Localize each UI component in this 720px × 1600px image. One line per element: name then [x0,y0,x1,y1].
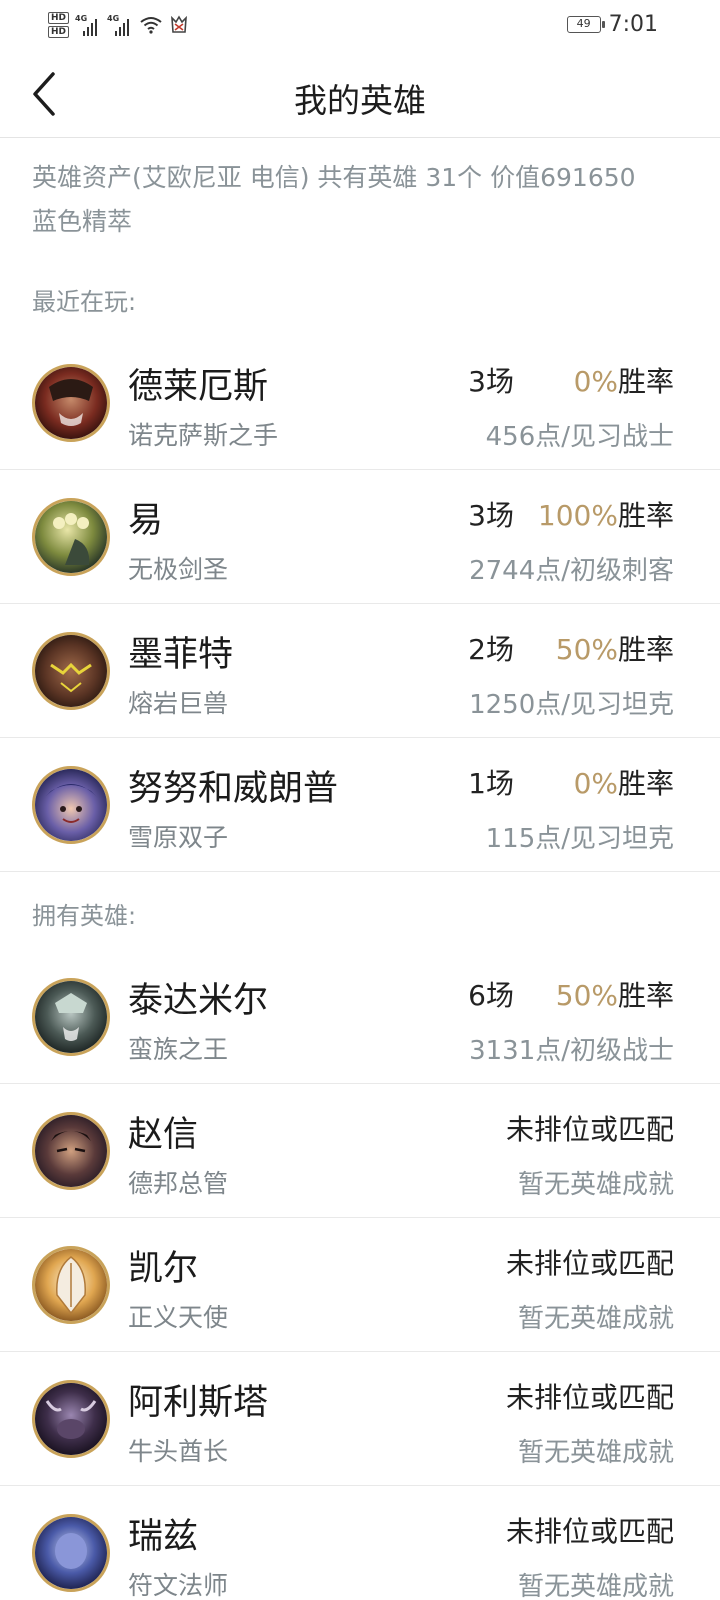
app-screen: HD HD 4G 4G 49 7:01 我的英雄 英雄资产(艾欧尼亚 电信) 共… [0,0,720,1600]
status-left: HD HD 4G 4G [48,8,189,42]
hero-status: 未排位或匹配 [505,1247,674,1280]
hero-stats: 6场 50% 胜率 [448,974,674,1014]
hero-avatar [32,1514,110,1592]
hero-title: 雪原双子 [128,823,229,852]
hero-name: 泰达米尔 [128,981,269,1021]
hero-row-xin-zhao[interactable]: 赵信 德邦总管 未排位或匹配 暂无英雄成就 [0,1084,720,1218]
games-count: 6场 [468,979,514,1012]
hero-title: 德邦总管 [128,1169,229,1198]
hd-badge-2: HD [48,26,70,38]
hero-stats: 1场 0% 胜率 [448,762,674,802]
battery-icon: 49 [566,16,605,33]
hero-title: 牛头酋长 [128,1437,229,1466]
hero-avatar [32,1246,110,1324]
games-count: 3场 [468,499,514,532]
hero-status: 未排位或匹配 [505,1515,674,1548]
win-rate-label: 胜率 [617,365,674,398]
clock: 7:01 [608,12,658,37]
hero-row-darius[interactable]: 德莱厄斯 诺克萨斯之手 3场 0% 胜率 456点/见习战士 [0,336,720,470]
hero-row-malphite[interactable]: 墨菲特 熔岩巨兽 2场 50% 胜率 1250点/见习坦克 [0,604,720,738]
hero-achievement: 456点/见习战士 [485,422,674,452]
hero-avatar [32,632,110,710]
games-count: 1场 [468,767,514,800]
wifi-icon [140,17,162,34]
games-count: 3场 [468,365,514,398]
hero-avatar [32,978,110,1056]
win-rate-label: 胜率 [617,499,674,532]
hero-achievement: 暂无英雄成就 [517,1170,674,1200]
win-rate-label: 胜率 [617,767,674,800]
top-app-bar: 我的英雄 [0,50,720,138]
app-notification-icon [171,15,187,33]
hero-row-yi[interactable]: 易 无极剑圣 3场 100% 胜率 2744点/初级刺客 [0,470,720,604]
owned-section-label: 拥有英雄: [32,902,137,930]
hd-badge-1: HD [48,12,70,24]
hero-avatar [32,364,110,442]
hero-achievement: 暂无英雄成就 [517,1438,674,1468]
hero-name: 瑞兹 [128,1517,199,1557]
hero-title: 诺克萨斯之手 [128,421,279,450]
signal-icon: 4G [107,14,133,36]
hero-name: 阿利斯塔 [128,1383,269,1423]
hero-title: 符文法师 [128,1571,229,1600]
hero-row-ryze[interactable]: 瑞兹 符文法师 未排位或匹配 暂无英雄成就 [0,1486,720,1600]
win-rate-value: 0% [573,365,618,398]
hero-name: 赵信 [128,1115,199,1155]
signal-icon: 4G [75,14,101,36]
recent-section-label: 最近在玩: [32,288,137,316]
hero-row-kayle[interactable]: 凯尔 正义天使 未排位或匹配 暂无英雄成就 [0,1218,720,1352]
hero-name: 墨菲特 [128,635,234,675]
hero-avatar [32,1112,110,1190]
hero-stats: 3场 100% 胜率 [448,494,674,534]
hero-row-alistar[interactable]: 阿利斯塔 牛头酋长 未排位或匹配 暂无英雄成就 [0,1352,720,1486]
hero-title: 正义天使 [128,1303,229,1332]
hd-indicator: HD HD [48,12,70,38]
hero-status: 未排位或匹配 [505,1381,674,1414]
hero-achievement: 3131点/初级战士 [469,1036,674,1066]
hero-status: 未排位或匹配 [505,1113,674,1146]
hero-stats: 3场 0% 胜率 [448,360,674,400]
hero-row-tryndamere[interactable]: 泰达米尔 蛮族之王 6场 50% 胜率 3131点/初级战士 [0,950,720,1084]
win-rate-label: 胜率 [617,979,674,1012]
hero-title: 熔岩巨兽 [128,689,229,718]
hero-name: 德莱厄斯 [128,367,269,407]
hero-name: 易 [128,501,164,541]
hero-achievement: 2744点/初级刺客 [469,556,674,586]
asset-summary: 英雄资产(艾欧尼亚 电信) 共有英雄 31个 价值691650蓝色精萃 [32,163,636,236]
page-title: 我的英雄 [294,81,426,120]
win-rate-label: 胜率 [617,633,674,666]
hero-stats: 2场 50% 胜率 [448,628,674,668]
hero-title: 蛮族之王 [128,1035,229,1064]
win-rate-value: 100% [537,499,618,532]
win-rate-value: 50% [555,633,618,666]
hero-achievement: 1250点/见习坦克 [469,690,674,720]
hero-title: 无极剑圣 [128,555,229,584]
hero-avatar [32,498,110,576]
hero-achievement: 115点/见习坦克 [485,824,674,854]
hero-avatar [32,1380,110,1458]
hero-achievement: 暂无英雄成就 [517,1304,674,1334]
games-count: 2场 [468,633,514,666]
hero-name: 努努和威朗普 [128,769,339,809]
hero-achievement: 暂无英雄成就 [517,1572,674,1600]
hero-name: 凯尔 [128,1249,199,1289]
status-right: 49 7:01 [566,12,658,37]
hero-avatar [32,766,110,844]
status-bar: HD HD 4G 4G 49 7:01 [0,0,720,50]
win-rate-value: 0% [573,767,618,800]
win-rate-value: 50% [555,979,618,1012]
hero-row-nunu[interactable]: 努努和威朗普 雪原双子 1场 0% 胜率 115点/见习坦克 [0,738,720,872]
